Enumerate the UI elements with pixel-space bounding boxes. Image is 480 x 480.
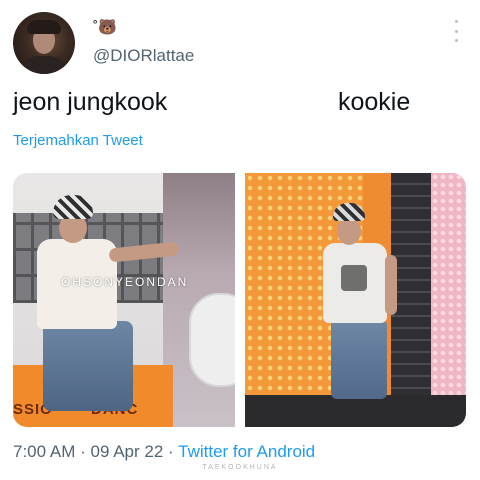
display-name-text: ˚🐻	[93, 19, 117, 36]
stage-floor	[245, 395, 466, 427]
tweet-source-link[interactable]: Twitter for Android	[178, 442, 315, 461]
shirt-print	[341, 265, 367, 291]
tweet-text-left: jeon jungkook	[13, 88, 168, 116]
author-display-name[interactable]: ˚🐻	[93, 19, 117, 37]
more-icon-dot	[454, 29, 458, 33]
person-head	[337, 217, 361, 245]
avatar[interactable]	[13, 12, 75, 74]
photo-grid: SSIO DANC OHSONYEONDAN	[13, 173, 466, 427]
author-handle[interactable]: @DIORlattae	[93, 46, 194, 66]
photo-right[interactable]	[245, 173, 466, 427]
person-hat	[53, 195, 93, 219]
translate-tweet-link[interactable]: Terjemahkan Tweet	[13, 132, 143, 149]
person-hat	[333, 203, 365, 221]
tweet-meta: 7:00 AM · 09 Apr 22 · Twitter for Androi…	[13, 442, 315, 462]
photo-watermark: OHSONYEONDAN	[61, 275, 189, 289]
tweet-text-right: kookie	[338, 88, 411, 116]
tweet-time[interactable]: 7:00 AM	[13, 442, 75, 461]
person-pants	[43, 321, 133, 411]
mascot-figure	[189, 293, 235, 387]
led-panel-pink	[431, 173, 466, 395]
tweet-date[interactable]: 09 Apr 22	[91, 442, 164, 461]
avatar-cap	[27, 20, 61, 34]
more-icon[interactable]	[450, 20, 462, 42]
more-icon-dot	[454, 20, 458, 23]
more-icon-dot	[454, 39, 458, 42]
person-pants	[331, 319, 387, 399]
avatar-shirt	[19, 56, 69, 74]
bottom-watermark: TAEKOOKHUNA	[202, 464, 278, 471]
person-arm	[385, 255, 397, 315]
meta-separator: ·	[80, 442, 86, 461]
speaker-stack	[391, 173, 431, 395]
photo-left[interactable]: SSIO DANC OHSONYEONDAN	[13, 173, 235, 427]
meta-separator: ·	[168, 442, 174, 461]
